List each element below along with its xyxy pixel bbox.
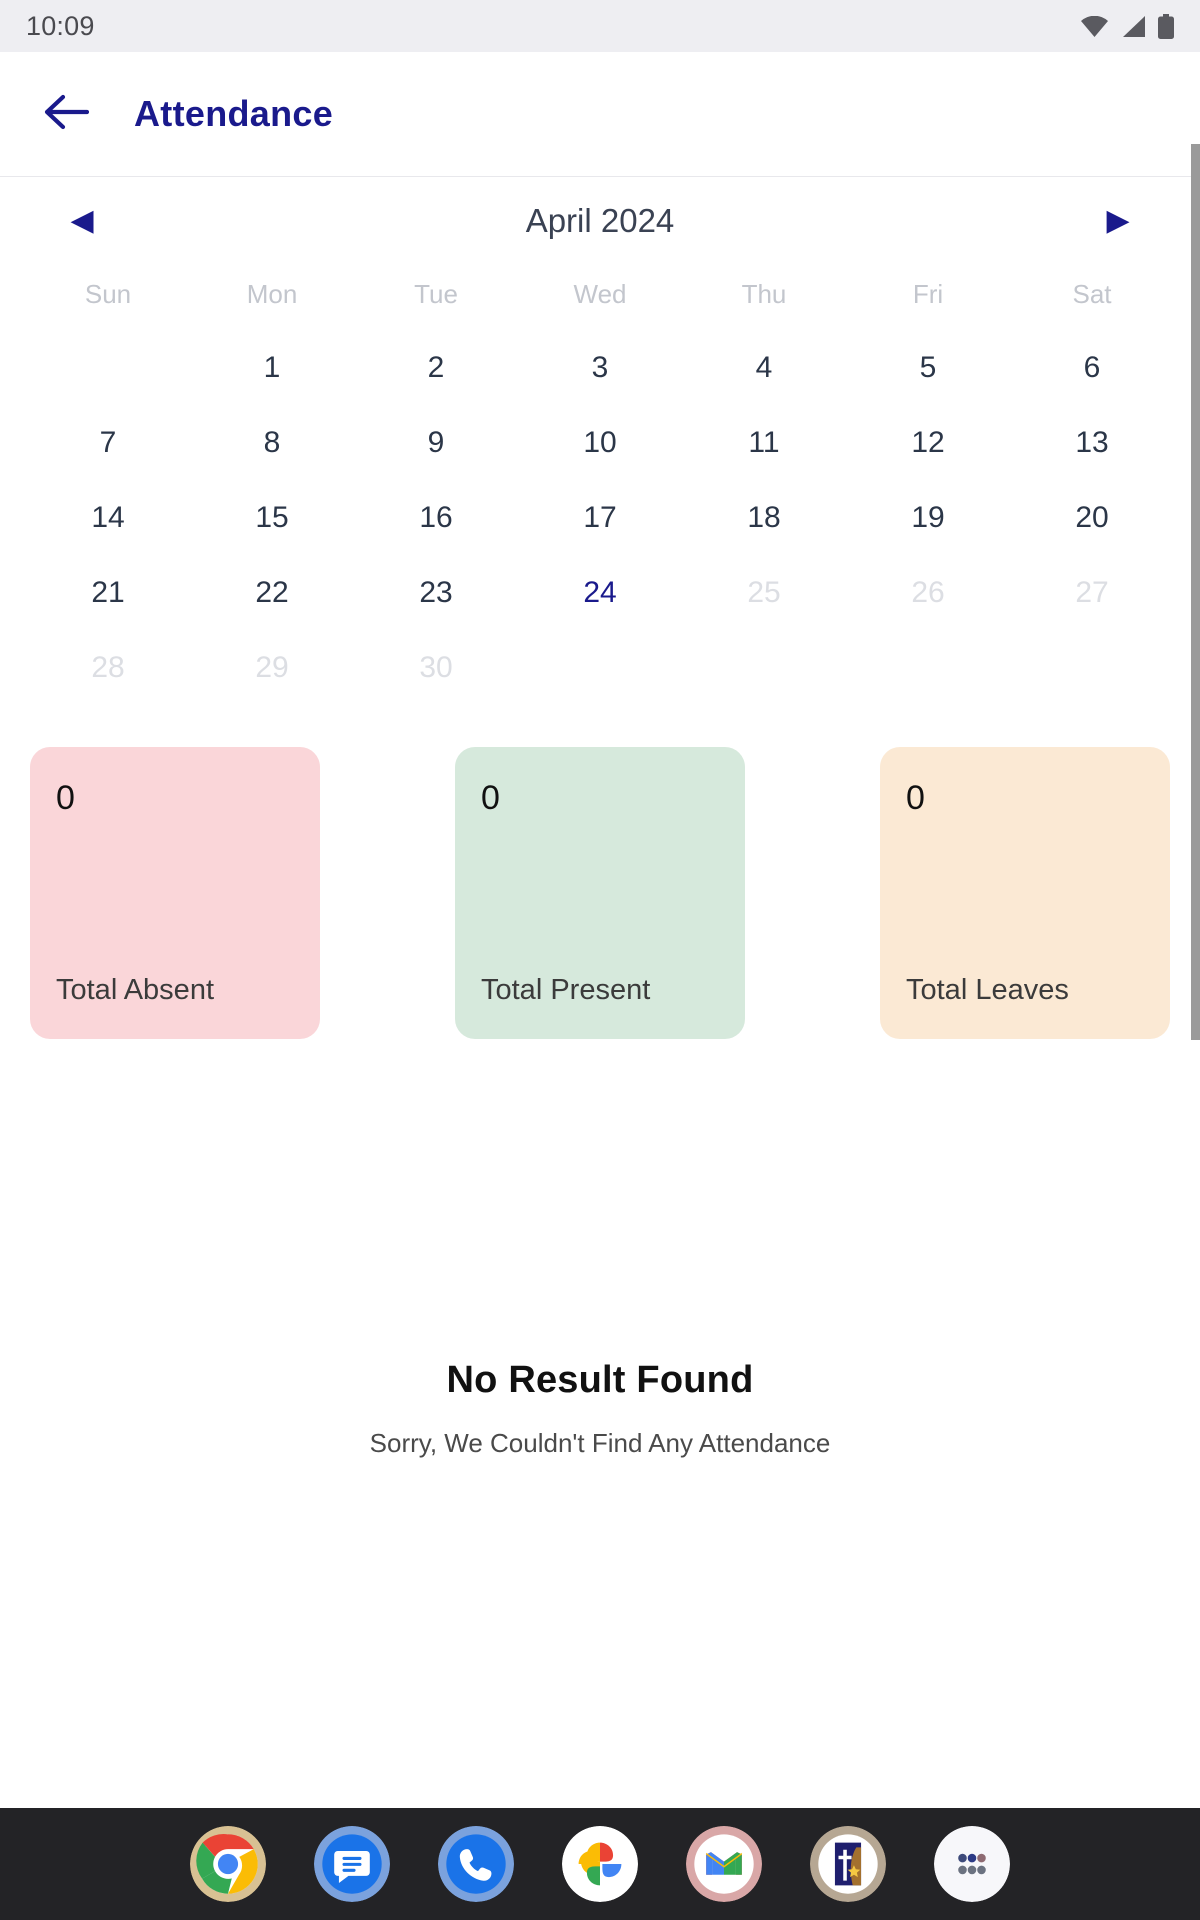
weekday-label-mon: Mon [246, 279, 298, 309]
calendar-day-25: 25 [747, 576, 781, 609]
calendar-day-27: 27 [1075, 576, 1109, 609]
calendar-day-20[interactable]: 20 [1010, 480, 1174, 555]
calendar-day-18[interactable]: 18 [682, 480, 846, 555]
calendar-blank-cell [26, 330, 190, 405]
next-month-button[interactable]: ▶ [1098, 206, 1138, 236]
stat-value-total-present: 0 [481, 779, 500, 817]
empty-state-subtitle: Sorry, We Couldn't Find Any Attendance [369, 1428, 831, 1458]
stat-card-total-present: 0 Total Present [455, 747, 745, 1039]
calendar-day-12[interactable]: 12 [846, 405, 1010, 480]
calendar-day-15[interactable]: 15 [190, 480, 354, 555]
calendar-day-6[interactable]: 6 [1010, 330, 1174, 405]
status-icon-group [1081, 13, 1174, 39]
app-dock [0, 1808, 1200, 1920]
calendar-day-26: 26 [911, 576, 945, 609]
calendar-day-4[interactable]: 4 [682, 330, 846, 405]
weekday-label-fri: Fri [912, 279, 944, 309]
calendar-day-10[interactable]: 10 [518, 405, 682, 480]
empty-state-title: No Result Found [446, 1359, 754, 1401]
calendar-day-17[interactable]: 17 [518, 480, 682, 555]
photos-icon[interactable] [562, 1826, 638, 1902]
back-button[interactable] [40, 88, 92, 140]
calendar-day-28: 28 [91, 651, 125, 684]
phone-icon[interactable] [438, 1826, 514, 1902]
chrome-icon[interactable] [190, 1826, 266, 1902]
calendar-day-9[interactable]: 9 [354, 405, 518, 480]
stat-card-total-absent: 0 Total Absent [30, 747, 320, 1039]
gmail-icon[interactable] [686, 1826, 762, 1902]
calendar-day-23[interactable]: 23 [354, 555, 518, 630]
messages-icon[interactable] [314, 1826, 390, 1902]
calendar-day-5[interactable]: 5 [846, 330, 1010, 405]
calendar-day-2[interactable]: 2 [354, 330, 518, 405]
church-app-icon[interactable] [810, 1826, 886, 1902]
calendar-day-24[interactable]: 24 [518, 555, 682, 630]
weekday-label-sun: Sun [84, 279, 132, 309]
status-bar: 10:09 [0, 0, 1200, 52]
page-title: Attendance [134, 93, 334, 134]
stat-value-total-absent: 0 [56, 779, 75, 817]
calendar-day-7[interactable]: 7 [26, 405, 190, 480]
calendar: ◀ April 2024 ▶ Sun Mon Tue Wed Thu Fri Sat 123… [0, 177, 1200, 705]
prev-month-button[interactable]: ◀ [62, 206, 102, 236]
weekday-label-thu: Thu [741, 279, 787, 309]
calendar-day-1[interactable]: 1 [190, 330, 354, 405]
calendar-month-label: April 2024 [525, 202, 675, 239]
calendar-day-11[interactable]: 11 [682, 405, 846, 480]
stat-card-total-leaves: 0 Total Leaves [880, 747, 1170, 1039]
stat-label-total-present: Total Present [481, 974, 651, 1006]
calendar-header: ◀ April 2024 ▶ [26, 177, 1174, 265]
weekday-label-tue: Tue [414, 279, 458, 309]
calendar-day-8[interactable]: 8 [190, 405, 354, 480]
vertical-scrollbar[interactable] [1191, 144, 1200, 1040]
calendar-weekday-row: Sun Mon Tue Wed Thu Fri Sat [26, 265, 1174, 330]
stat-label-total-absent: Total Absent [56, 974, 214, 1006]
calendar-day-29: 29 [255, 651, 289, 684]
calendar-day-19[interactable]: 19 [846, 480, 1010, 555]
battery-icon [1158, 13, 1174, 39]
calendar-day-21[interactable]: 21 [26, 555, 190, 630]
calendar-day-13[interactable]: 13 [1010, 405, 1174, 480]
app-drawer-icon[interactable] [934, 1826, 1010, 1902]
calendar-day-30: 30 [419, 651, 453, 684]
calendar-day-16[interactable]: 16 [354, 480, 518, 555]
weekday-label-sat: Sat [1072, 279, 1112, 309]
calendar-day-3[interactable]: 3 [518, 330, 682, 405]
back-arrow-icon [43, 93, 90, 136]
app-bar: Attendance [0, 52, 1200, 177]
calendar-day-grid: 1 2 3 4 5 6 7 8 9 10 11 12 13 14 15 16 17 18 19 20 21 22 23 24 2… [26, 330, 1174, 705]
weekday-label-wed: Wed [573, 279, 627, 309]
stat-label-total-leaves: Total Leaves [906, 974, 1069, 1006]
stat-value-total-leaves: 0 [906, 779, 925, 817]
status-time: 10:09 [26, 10, 95, 41]
calendar-day-14[interactable]: 14 [26, 480, 190, 555]
signal-icon [1121, 15, 1145, 37]
attendance-summary-cards: 0 Total Absent 0 Total Present 0 Total Leaves [0, 705, 1200, 1039]
phone-screen: 10:09 Attendance ◀ April 2024 ▶ Sun Mon … [0, 0, 1200, 1920]
calendar-day-22[interactable]: 22 [190, 555, 354, 630]
empty-state: No Result Found Sorry, We Couldn't Find … [0, 1359, 1200, 1459]
wifi-icon [1081, 15, 1108, 37]
